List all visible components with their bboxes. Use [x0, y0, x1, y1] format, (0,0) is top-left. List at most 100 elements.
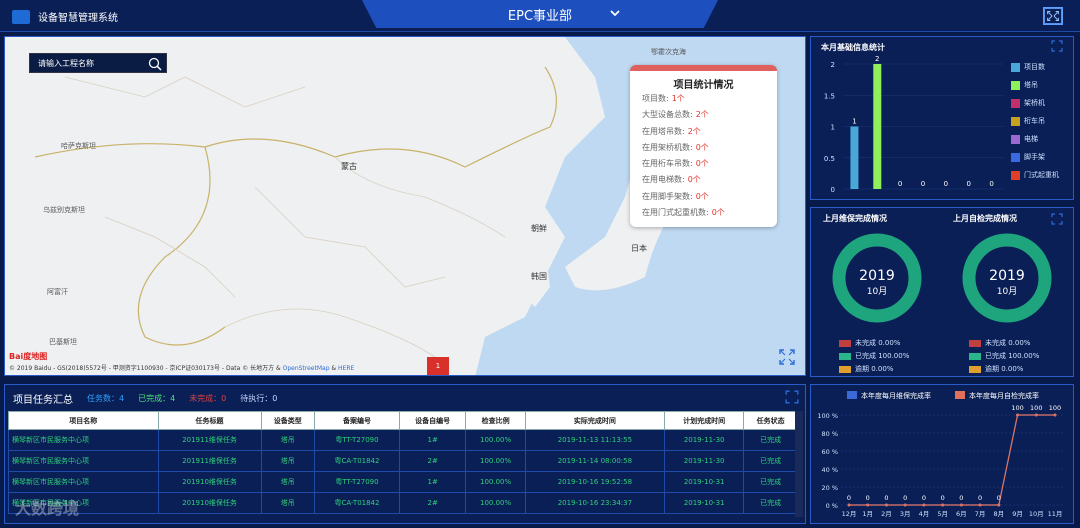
table-scrollbar[interactable]: [795, 411, 803, 517]
bar-value-label: 0: [966, 180, 970, 188]
legend-label: 门式起重机: [1024, 171, 1059, 179]
y-tick-label: 80 %: [821, 430, 838, 438]
data-point[interactable]: [959, 503, 963, 507]
legend-label: 未完成 0.00%: [985, 339, 1031, 347]
donut-legend-item[interactable]: 逾期 0.00%: [969, 364, 1023, 374]
data-label: 0: [941, 494, 945, 502]
expand-icon[interactable]: [779, 349, 795, 365]
data-label: 0: [866, 494, 870, 502]
table-row[interactable]: 横琴新区市民服务中心项 201911维保任务 塔吊 粤TT-T27090 1# 100.0…: [8, 429, 798, 451]
project-stats-popup: 项目统计情况 项目数: 1个 大型设备总数: 2个 在用塔吊数: 2个 在用架桥机数:…: [630, 65, 777, 227]
table-cell: 已完成: [743, 492, 798, 514]
project-search-box[interactable]: [29, 53, 167, 73]
osm-link[interactable]: OpenStreetMap: [283, 365, 330, 372]
table-cell: 2019-10-31: [663, 492, 745, 514]
legend-item[interactable]: 塔吊: [1011, 80, 1038, 90]
data-point[interactable]: [922, 503, 926, 507]
legend-label: 未完成 0.00%: [855, 339, 901, 347]
data-point[interactable]: [866, 503, 870, 507]
legend-swatch: [1011, 134, 1020, 144]
bar-value-label: 1: [852, 118, 856, 126]
donut-legend-item[interactable]: 已完成 100.00%: [839, 351, 909, 361]
table-cell: 已完成: [743, 429, 798, 451]
y-tick-label: 0.5: [824, 155, 835, 163]
legend-swatch: [1011, 80, 1020, 90]
stat-row: 项目数: 1个: [642, 94, 685, 103]
baidu-map-logo: Bai度地图: [9, 352, 48, 361]
legend-item[interactable]: 电梯: [1011, 134, 1038, 144]
x-tick-label: 11月: [1048, 510, 1063, 518]
data-label: 0: [922, 494, 926, 502]
table-cell: 塔吊: [260, 450, 316, 472]
data-point[interactable]: [847, 503, 851, 507]
column-header: 任务标题: [157, 411, 262, 430]
table-row[interactable]: 横琴新区市民服务中心项 201910维保任务 塔吊 粤TT-T27090 1# 100.0…: [8, 471, 798, 493]
chevron-down-icon[interactable]: [610, 8, 620, 18]
data-point[interactable]: [978, 503, 982, 507]
y-tick-label: 1.5: [824, 92, 835, 100]
project-search-input[interactable]: [30, 58, 140, 68]
donut-month: 10月: [997, 286, 1017, 297]
legend-swatch: [839, 339, 851, 347]
legend-label: 项目数: [1024, 63, 1045, 71]
data-label: 100: [1049, 404, 1061, 412]
column-header: 计划完成时间: [663, 411, 745, 430]
expand-icon[interactable]: [1051, 213, 1063, 225]
table-cell: 2#: [398, 492, 467, 514]
table-cell: 201911维保任务: [157, 450, 262, 472]
data-point[interactable]: [941, 503, 945, 507]
map-label: 阿富汗: [47, 288, 68, 296]
donut-legend-item[interactable]: 逾期 0.00%: [839, 364, 893, 374]
legend-item[interactable]: 桁车吊: [1011, 116, 1045, 126]
data-point[interactable]: [1053, 413, 1057, 417]
table-row[interactable]: 横琴新区市民服务中心项 201910维保任务 塔吊 粤CA-T01842 2# 100.0…: [8, 492, 798, 514]
here-link[interactable]: HERE: [338, 365, 354, 372]
search-icon[interactable]: [148, 57, 162, 71]
map-label: 乌兹别克斯坦: [43, 206, 85, 214]
x-tick-label: 10月: [1029, 510, 1044, 518]
x-tick-label: 5月: [937, 510, 948, 518]
legend-item[interactable]: 脚手架: [1011, 152, 1045, 162]
data-point[interactable]: [1016, 413, 1020, 417]
department-selector[interactable]: EPC事业部: [362, 0, 718, 28]
table-cell: 塔吊: [260, 429, 316, 451]
bar[interactable]: [873, 64, 882, 189]
table-cell: 2019-10-31: [663, 471, 745, 493]
legend-swatch: [1011, 170, 1020, 180]
donut-legend-item[interactable]: 未完成 0.00%: [969, 338, 1030, 348]
donut-month: 10月: [867, 286, 887, 297]
legend-item[interactable]: 项目数: [1011, 62, 1045, 72]
donut-year: 2019: [989, 268, 1025, 284]
data-label: 100: [1030, 404, 1042, 412]
data-point[interactable]: [903, 503, 907, 507]
table-cell: 2019-11-30: [663, 429, 745, 451]
project-marker[interactable]: 1: [427, 357, 449, 375]
legend-item[interactable]: 门式起重机: [1011, 170, 1059, 180]
legend-item[interactable]: 架桥机: [1011, 98, 1045, 108]
column-header: 检查比例: [465, 411, 526, 430]
bar[interactable]: [850, 126, 859, 190]
donut-legend-item[interactable]: 未完成 0.00%: [839, 338, 900, 348]
table-cell: 粤CA-T01842: [314, 450, 400, 472]
inspection-donut: 2019 10月: [962, 233, 1052, 323]
task-undone: 未完成：0: [189, 394, 227, 403]
expand-icon[interactable]: [1051, 40, 1063, 52]
bar-value-label: 0: [944, 180, 948, 188]
donut-legend-item[interactable]: 已完成 100.00%: [969, 351, 1039, 361]
y-tick-label: 20 %: [821, 484, 838, 492]
map-panel[interactable]: 哈萨克斯坦 乌兹别克斯坦 阿富汗 巴基斯坦 蒙古 朝鲜 韩国 日本 鄂霍次克海 …: [4, 36, 806, 376]
fullscreen-icon[interactable]: [1043, 7, 1063, 25]
table-cell: 2019-10-16 19:52:58: [524, 471, 665, 493]
stat-row: 在用架桥机数: 0个: [642, 142, 709, 152]
task-done: 已完成：4: [138, 394, 176, 403]
legend-label: 本年度每月维保完成率: [861, 391, 931, 400]
data-point[interactable]: [884, 503, 888, 507]
table-row[interactable]: 横琴新区市民服务中心项 201911维保任务 塔吊 粤CA-T01842 2# 100.0…: [8, 450, 798, 472]
stat-row: 在用门式起重机数: 0个: [642, 208, 725, 218]
stat-row: 在用电梯数: 0个: [642, 175, 701, 185]
department-label: EPC事业部: [507, 8, 573, 24]
data-point[interactable]: [1034, 413, 1038, 417]
data-point[interactable]: [997, 503, 1001, 507]
map-label: 日本: [631, 244, 647, 253]
expand-icon[interactable]: [785, 390, 799, 404]
